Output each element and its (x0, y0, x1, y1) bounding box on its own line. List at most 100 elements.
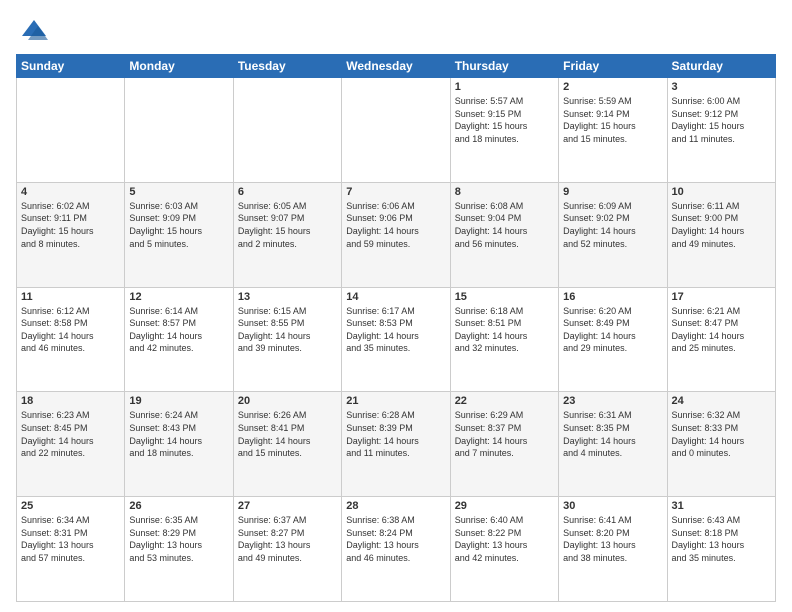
day-cell: 9 Sunrise: 6:09 AM Sunset: 9:02 PM Daylig… (559, 182, 667, 287)
week-row-3: 11 Sunrise: 6:12 AM Sunset: 8:58 PM Dayli… (17, 287, 776, 392)
day-number: 18 (21, 395, 120, 407)
day-number: 16 (563, 291, 662, 303)
week-row-1: 1 Sunrise: 5:57 AM Sunset: 9:15 PM Daylig… (17, 78, 776, 183)
day-number: 26 (129, 500, 228, 512)
header (16, 16, 776, 44)
day-header-tuesday: Tuesday (233, 55, 341, 78)
day-cell: 3 Sunrise: 6:00 AM Sunset: 9:12 PM Daylig… (667, 78, 775, 183)
day-cell: 25Sunrise: 6:34 AM Sunset: 8:31 PM Dayli… (17, 497, 125, 602)
day-cell: 7 Sunrise: 6:06 AM Sunset: 9:06 PM Daylig… (342, 182, 450, 287)
day-number: 13 (238, 291, 337, 303)
day-header-friday: Friday (559, 55, 667, 78)
day-number: 8 (455, 186, 554, 198)
day-cell: 26 Sunrise: 6:35 AM Sunset: 8:29 PM Dayli… (125, 497, 233, 602)
day-cell: 4 Sunrise: 6:02 AM Sunset: 9:11 PM Daylig… (17, 182, 125, 287)
day-number: 24 (672, 395, 771, 407)
day-cell: 23 Sunrise: 6:31 AM Sunset: 8:35 PM Dayli… (559, 392, 667, 497)
day-info: Sunrise: 6:35 AM Sunset: 8:29 PM Dayligh… (129, 514, 228, 564)
day-info: Sunrise: 6:23 AM Sunset: 8:45 PM Dayligh… (21, 409, 120, 459)
day-cell: 27 Sunrise: 6:37 AM Sunset: 8:27 PM Dayli… (233, 497, 341, 602)
day-number: 6 (238, 186, 337, 198)
day-number: 4 (21, 186, 120, 198)
day-cell: 24 Sunrise: 6:32 AM Sunset: 8:33 PM Dayli… (667, 392, 775, 497)
day-cell (233, 78, 341, 183)
week-row-5: 25Sunrise: 6:34 AM Sunset: 8:31 PM Dayli… (17, 497, 776, 602)
day-cell: 2 Sunrise: 5:59 AM Sunset: 9:14 PM Daylig… (559, 78, 667, 183)
day-cell: 12 Sunrise: 6:14 AM Sunset: 8:57 PM Dayli… (125, 287, 233, 392)
day-info: Sunrise: 6:43 AM Sunset: 8:18 PM Dayligh… (672, 514, 771, 564)
day-cell: 22 Sunrise: 6:29 AM Sunset: 8:37 PM Dayli… (450, 392, 558, 497)
day-number: 21 (346, 395, 445, 407)
day-number: 28 (346, 500, 445, 512)
day-number: 27 (238, 500, 337, 512)
day-info: Sunrise: 6:08 AM Sunset: 9:04 PM Dayligh… (455, 200, 554, 250)
day-number: 2 (563, 81, 662, 93)
day-info: Sunrise: 6:21 AM Sunset: 8:47 PM Dayligh… (672, 305, 771, 355)
day-number: 9 (563, 186, 662, 198)
day-number: 17 (672, 291, 771, 303)
day-info: Sunrise: 5:59 AM Sunset: 9:14 PM Dayligh… (563, 95, 662, 145)
day-cell: 11 Sunrise: 6:12 AM Sunset: 8:58 PM Dayli… (17, 287, 125, 392)
day-number: 7 (346, 186, 445, 198)
day-info: Sunrise: 6:28 AM Sunset: 8:39 PM Dayligh… (346, 409, 445, 459)
day-cell: 20Sunrise: 6:26 AM Sunset: 8:41 PM Dayli… (233, 392, 341, 497)
day-number: 31 (672, 500, 771, 512)
day-info: Sunrise: 6:29 AM Sunset: 8:37 PM Dayligh… (455, 409, 554, 459)
day-info: Sunrise: 6:20 AM Sunset: 8:49 PM Dayligh… (563, 305, 662, 355)
day-header-monday: Monday (125, 55, 233, 78)
day-header-sunday: Sunday (17, 55, 125, 78)
day-number: 12 (129, 291, 228, 303)
day-info: Sunrise: 6:05 AM Sunset: 9:07 PM Dayligh… (238, 200, 337, 250)
day-info: Sunrise: 6:32 AM Sunset: 8:33 PM Dayligh… (672, 409, 771, 459)
day-cell: 5Sunrise: 6:03 AM Sunset: 9:09 PM Daylig… (125, 182, 233, 287)
page: SundayMondayTuesdayWednesdayThursdayFrid… (0, 0, 792, 612)
day-info: Sunrise: 5:57 AM Sunset: 9:15 PM Dayligh… (455, 95, 554, 145)
day-cell: 13 Sunrise: 6:15 AM Sunset: 8:55 PM Dayli… (233, 287, 341, 392)
day-cell: 31 Sunrise: 6:43 AM Sunset: 8:18 PM Dayli… (667, 497, 775, 602)
day-info: Sunrise: 6:37 AM Sunset: 8:27 PM Dayligh… (238, 514, 337, 564)
day-number: 11 (21, 291, 120, 303)
day-cell: 28 Sunrise: 6:38 AM Sunset: 8:24 PM Dayli… (342, 497, 450, 602)
week-row-2: 4 Sunrise: 6:02 AM Sunset: 9:11 PM Daylig… (17, 182, 776, 287)
day-number: 30 (563, 500, 662, 512)
day-number: 29 (455, 500, 554, 512)
day-cell: 1 Sunrise: 5:57 AM Sunset: 9:15 PM Daylig… (450, 78, 558, 183)
day-cell: 8 Sunrise: 6:08 AM Sunset: 9:04 PM Daylig… (450, 182, 558, 287)
day-info: Sunrise: 6:06 AM Sunset: 9:06 PM Dayligh… (346, 200, 445, 250)
day-info: Sunrise: 6:00 AM Sunset: 9:12 PM Dayligh… (672, 95, 771, 145)
day-number: 15 (455, 291, 554, 303)
day-cell: 14 Sunrise: 6:17 AM Sunset: 8:53 PM Dayli… (342, 287, 450, 392)
day-number: 22 (455, 395, 554, 407)
day-info: Sunrise: 6:17 AM Sunset: 8:53 PM Dayligh… (346, 305, 445, 355)
day-number: 3 (672, 81, 771, 93)
day-info: Sunrise: 6:18 AM Sunset: 8:51 PM Dayligh… (455, 305, 554, 355)
day-cell: 17 Sunrise: 6:21 AM Sunset: 8:47 PM Dayli… (667, 287, 775, 392)
logo-icon (20, 16, 48, 44)
day-number: 25 (21, 500, 120, 512)
day-cell: 18 Sunrise: 6:23 AM Sunset: 8:45 PM Dayli… (17, 392, 125, 497)
day-cell (342, 78, 450, 183)
day-cell: 29 Sunrise: 6:40 AM Sunset: 8:22 PM Dayli… (450, 497, 558, 602)
day-info: Sunrise: 6:38 AM Sunset: 8:24 PM Dayligh… (346, 514, 445, 564)
day-number: 1 (455, 81, 554, 93)
day-info: Sunrise: 6:15 AM Sunset: 8:55 PM Dayligh… (238, 305, 337, 355)
day-cell: 19Sunrise: 6:24 AM Sunset: 8:43 PM Dayli… (125, 392, 233, 497)
day-header-wednesday: Wednesday (342, 55, 450, 78)
logo (16, 16, 48, 44)
day-cell: 10Sunrise: 6:11 AM Sunset: 9:00 PM Dayli… (667, 182, 775, 287)
day-info: Sunrise: 6:40 AM Sunset: 8:22 PM Dayligh… (455, 514, 554, 564)
day-cell: 6 Sunrise: 6:05 AM Sunset: 9:07 PM Daylig… (233, 182, 341, 287)
day-info: Sunrise: 6:14 AM Sunset: 8:57 PM Dayligh… (129, 305, 228, 355)
day-info: Sunrise: 6:09 AM Sunset: 9:02 PM Dayligh… (563, 200, 662, 250)
day-number: 14 (346, 291, 445, 303)
day-cell (125, 78, 233, 183)
day-cell: 21 Sunrise: 6:28 AM Sunset: 8:39 PM Dayli… (342, 392, 450, 497)
day-info: Sunrise: 6:31 AM Sunset: 8:35 PM Dayligh… (563, 409, 662, 459)
day-number: 23 (563, 395, 662, 407)
day-info: Sunrise: 6:12 AM Sunset: 8:58 PM Dayligh… (21, 305, 120, 355)
week-row-4: 18 Sunrise: 6:23 AM Sunset: 8:45 PM Dayli… (17, 392, 776, 497)
day-info: Sunrise: 6:26 AM Sunset: 8:41 PM Dayligh… (238, 409, 337, 459)
day-info: Sunrise: 6:02 AM Sunset: 9:11 PM Dayligh… (21, 200, 120, 250)
day-info: Sunrise: 6:41 AM Sunset: 8:20 PM Dayligh… (563, 514, 662, 564)
day-header-thursday: Thursday (450, 55, 558, 78)
